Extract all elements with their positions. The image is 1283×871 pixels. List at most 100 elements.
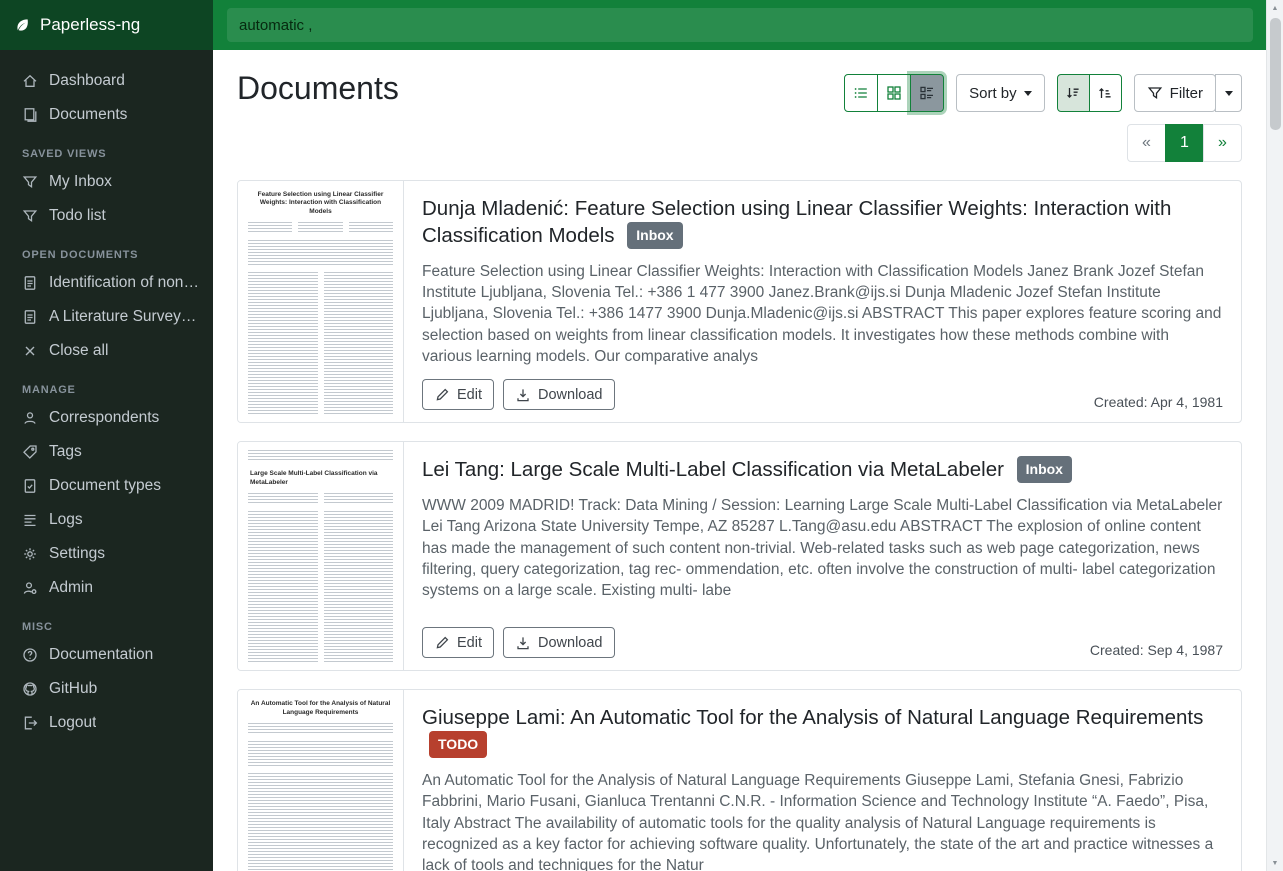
sidebar-item-github[interactable]: GitHub [0, 672, 213, 706]
sidebar-item-label: Dashboard [49, 72, 125, 90]
sidebar-item-document-types[interactable]: Document types [0, 469, 213, 503]
house-icon [22, 73, 38, 89]
document-excerpt: WWW 2009 MADRID! Track: Data Mining / Se… [422, 495, 1223, 602]
page-1-button[interactable]: 1 [1165, 124, 1204, 162]
pagination: « 1 » [237, 124, 1242, 162]
thumbnail-paper: Feature Selection using Linear Classifie… [248, 189, 393, 414]
sidebar-item-close-all[interactable]: Close all [0, 334, 213, 368]
filter-dropdown-toggle[interactable] [1215, 74, 1242, 112]
sort-up-icon [1097, 85, 1113, 101]
document-actions: Edit Download [422, 379, 615, 410]
sidebar-item-label: Correspondents [49, 409, 159, 427]
filter-button[interactable]: Filter [1134, 74, 1216, 112]
thumbnail-text-lines [248, 493, 393, 505]
gear-icon [22, 546, 38, 562]
sort-down-alt-icon [1065, 85, 1081, 101]
document-controls: Sort by [844, 74, 1242, 112]
tag-badge-inbox[interactable]: Inbox [1017, 456, 1072, 482]
sidebar-item-documents[interactable]: Documents [0, 98, 213, 132]
document-title-text[interactable]: Dunja Mladenić: Feature Selection using … [422, 197, 1171, 247]
sidebar-item-label: Documentation [49, 646, 153, 664]
edit-button[interactable]: Edit [422, 379, 494, 410]
thumbnail-text-lines [248, 511, 393, 662]
sort-by-dropdown[interactable]: Sort by [956, 74, 1045, 112]
sidebar-item-label: Documents [49, 106, 127, 124]
sidebar-item-tags[interactable]: Tags [0, 435, 213, 469]
created-date: Created: Sep 4, 1987 [1090, 642, 1223, 658]
document-card-footer: Edit Download Created: Sep 4, 1987 [422, 627, 1223, 658]
sidebar-item-label: Logs [49, 511, 83, 529]
funnel-icon [1147, 85, 1163, 101]
edit-button[interactable]: Edit [422, 627, 494, 658]
sidebar-item-admin[interactable]: Admin [0, 571, 213, 605]
sidebar-item-settings[interactable]: Settings [0, 537, 213, 571]
document-excerpt: Feature Selection using Linear Classifie… [422, 261, 1223, 368]
thumbnail-text-lines [248, 240, 393, 266]
tag-badge-todo[interactable]: TODO [429, 731, 487, 757]
thumbnail-text-lines [248, 272, 393, 414]
person-icon [22, 410, 38, 426]
caret-down-icon [1024, 91, 1032, 96]
document-title-text[interactable]: Lei Tang: Large Scale Multi-Label Classi… [422, 458, 1004, 481]
view-grid-button[interactable] [877, 74, 911, 112]
thumbnail-title: Feature Selection using Linear Classifie… [250, 191, 391, 216]
view-list-button[interactable] [844, 74, 878, 112]
sort-ascending-button[interactable] [1089, 74, 1122, 112]
search-input[interactable] [227, 8, 1253, 42]
download-icon [515, 635, 531, 651]
download-button[interactable]: Download [503, 627, 615, 658]
document-title[interactable]: Lei Tang: Large Scale Multi-Label Classi… [422, 456, 1223, 484]
document-thumbnail[interactable]: Large Scale Multi-Label Classification v… [238, 442, 404, 670]
thumbnail-title: An Automatic Tool for the Analysis of Na… [250, 700, 391, 717]
document-title-text[interactable]: Giuseppe Lami: An Automatic Tool for the… [422, 706, 1203, 729]
scroll-up-arrow[interactable]: ▲ [1267, 0, 1283, 16]
github-icon [22, 681, 38, 697]
sidebar-item-label: Admin [49, 579, 93, 597]
sidebar-item-my-inbox[interactable]: My Inbox [0, 165, 213, 199]
brand[interactable]: Paperless-ng [0, 0, 213, 50]
sidebar-item-open-doc-2[interactable]: A Literature Survey on ... [0, 300, 213, 334]
sidebar-item-logs[interactable]: Logs [0, 503, 213, 537]
sidebar-item-label: My Inbox [49, 173, 112, 191]
thumbnail-text-lines [248, 773, 393, 871]
document-card: Feature Selection using Linear Classifie… [237, 180, 1242, 423]
thumbnail-title: Large Scale Multi-Label Classification v… [250, 470, 391, 487]
sort-descending-button[interactable] [1057, 74, 1090, 112]
download-button[interactable]: Download [503, 379, 615, 410]
tag-badge-inbox[interactable]: Inbox [627, 222, 682, 248]
thumbnail-text-lines [248, 222, 393, 234]
sidebar-item-documentation[interactable]: Documentation [0, 638, 213, 672]
document-card: An Automatic Tool for the Analysis of Na… [237, 689, 1242, 871]
document-thumbnail[interactable]: An Automatic Tool for the Analysis of Na… [238, 690, 404, 871]
edit-label: Edit [457, 387, 482, 403]
scrollbar-thumb[interactable] [1270, 18, 1281, 130]
list-ul-icon [853, 85, 869, 101]
sidebar-item-todo-list[interactable]: Todo list [0, 199, 213, 233]
filter-group: Filter [1134, 74, 1242, 112]
document-thumbnail[interactable]: Feature Selection using Linear Classifie… [238, 181, 404, 422]
page-prev-button[interactable]: « [1127, 124, 1166, 162]
pencil-icon [434, 635, 450, 651]
document-excerpt: An Automatic Tool for the Analysis of Na… [422, 770, 1223, 871]
funnel-icon [22, 208, 38, 224]
sidebar-item-label: Settings [49, 545, 105, 563]
document-title[interactable]: Giuseppe Lami: An Automatic Tool for the… [422, 704, 1223, 760]
document-card-body: Giuseppe Lami: An Automatic Tool for the… [404, 690, 1241, 871]
leaf-icon [14, 17, 30, 33]
filter-label: Filter [1170, 85, 1203, 102]
sidebar-item-open-doc-1[interactable]: Identification of non-fu... [0, 266, 213, 300]
person-gear-icon [22, 580, 38, 596]
view-details-button[interactable] [910, 74, 944, 112]
document-title[interactable]: Dunja Mladenić: Feature Selection using … [422, 195, 1223, 251]
sidebar-item-dashboard[interactable]: Dashboard [0, 64, 213, 98]
document-card-body: Dunja Mladenić: Feature Selection using … [404, 181, 1241, 422]
sidebar-item-logout[interactable]: Logout [0, 706, 213, 740]
page-next-button[interactable]: » [1203, 124, 1242, 162]
view-mode-group [844, 74, 944, 112]
scroll-down-arrow[interactable]: ▼ [1267, 855, 1283, 871]
main-content: Documents [213, 50, 1266, 871]
sidebar-item-correspondents[interactable]: Correspondents [0, 401, 213, 435]
sidebar-item-label: Todo list [49, 207, 106, 225]
vertical-scrollbar[interactable]: ▲ ▼ [1266, 0, 1283, 871]
sidebar: Paperless-ng Dashboard Documents SAVED V… [0, 0, 213, 871]
